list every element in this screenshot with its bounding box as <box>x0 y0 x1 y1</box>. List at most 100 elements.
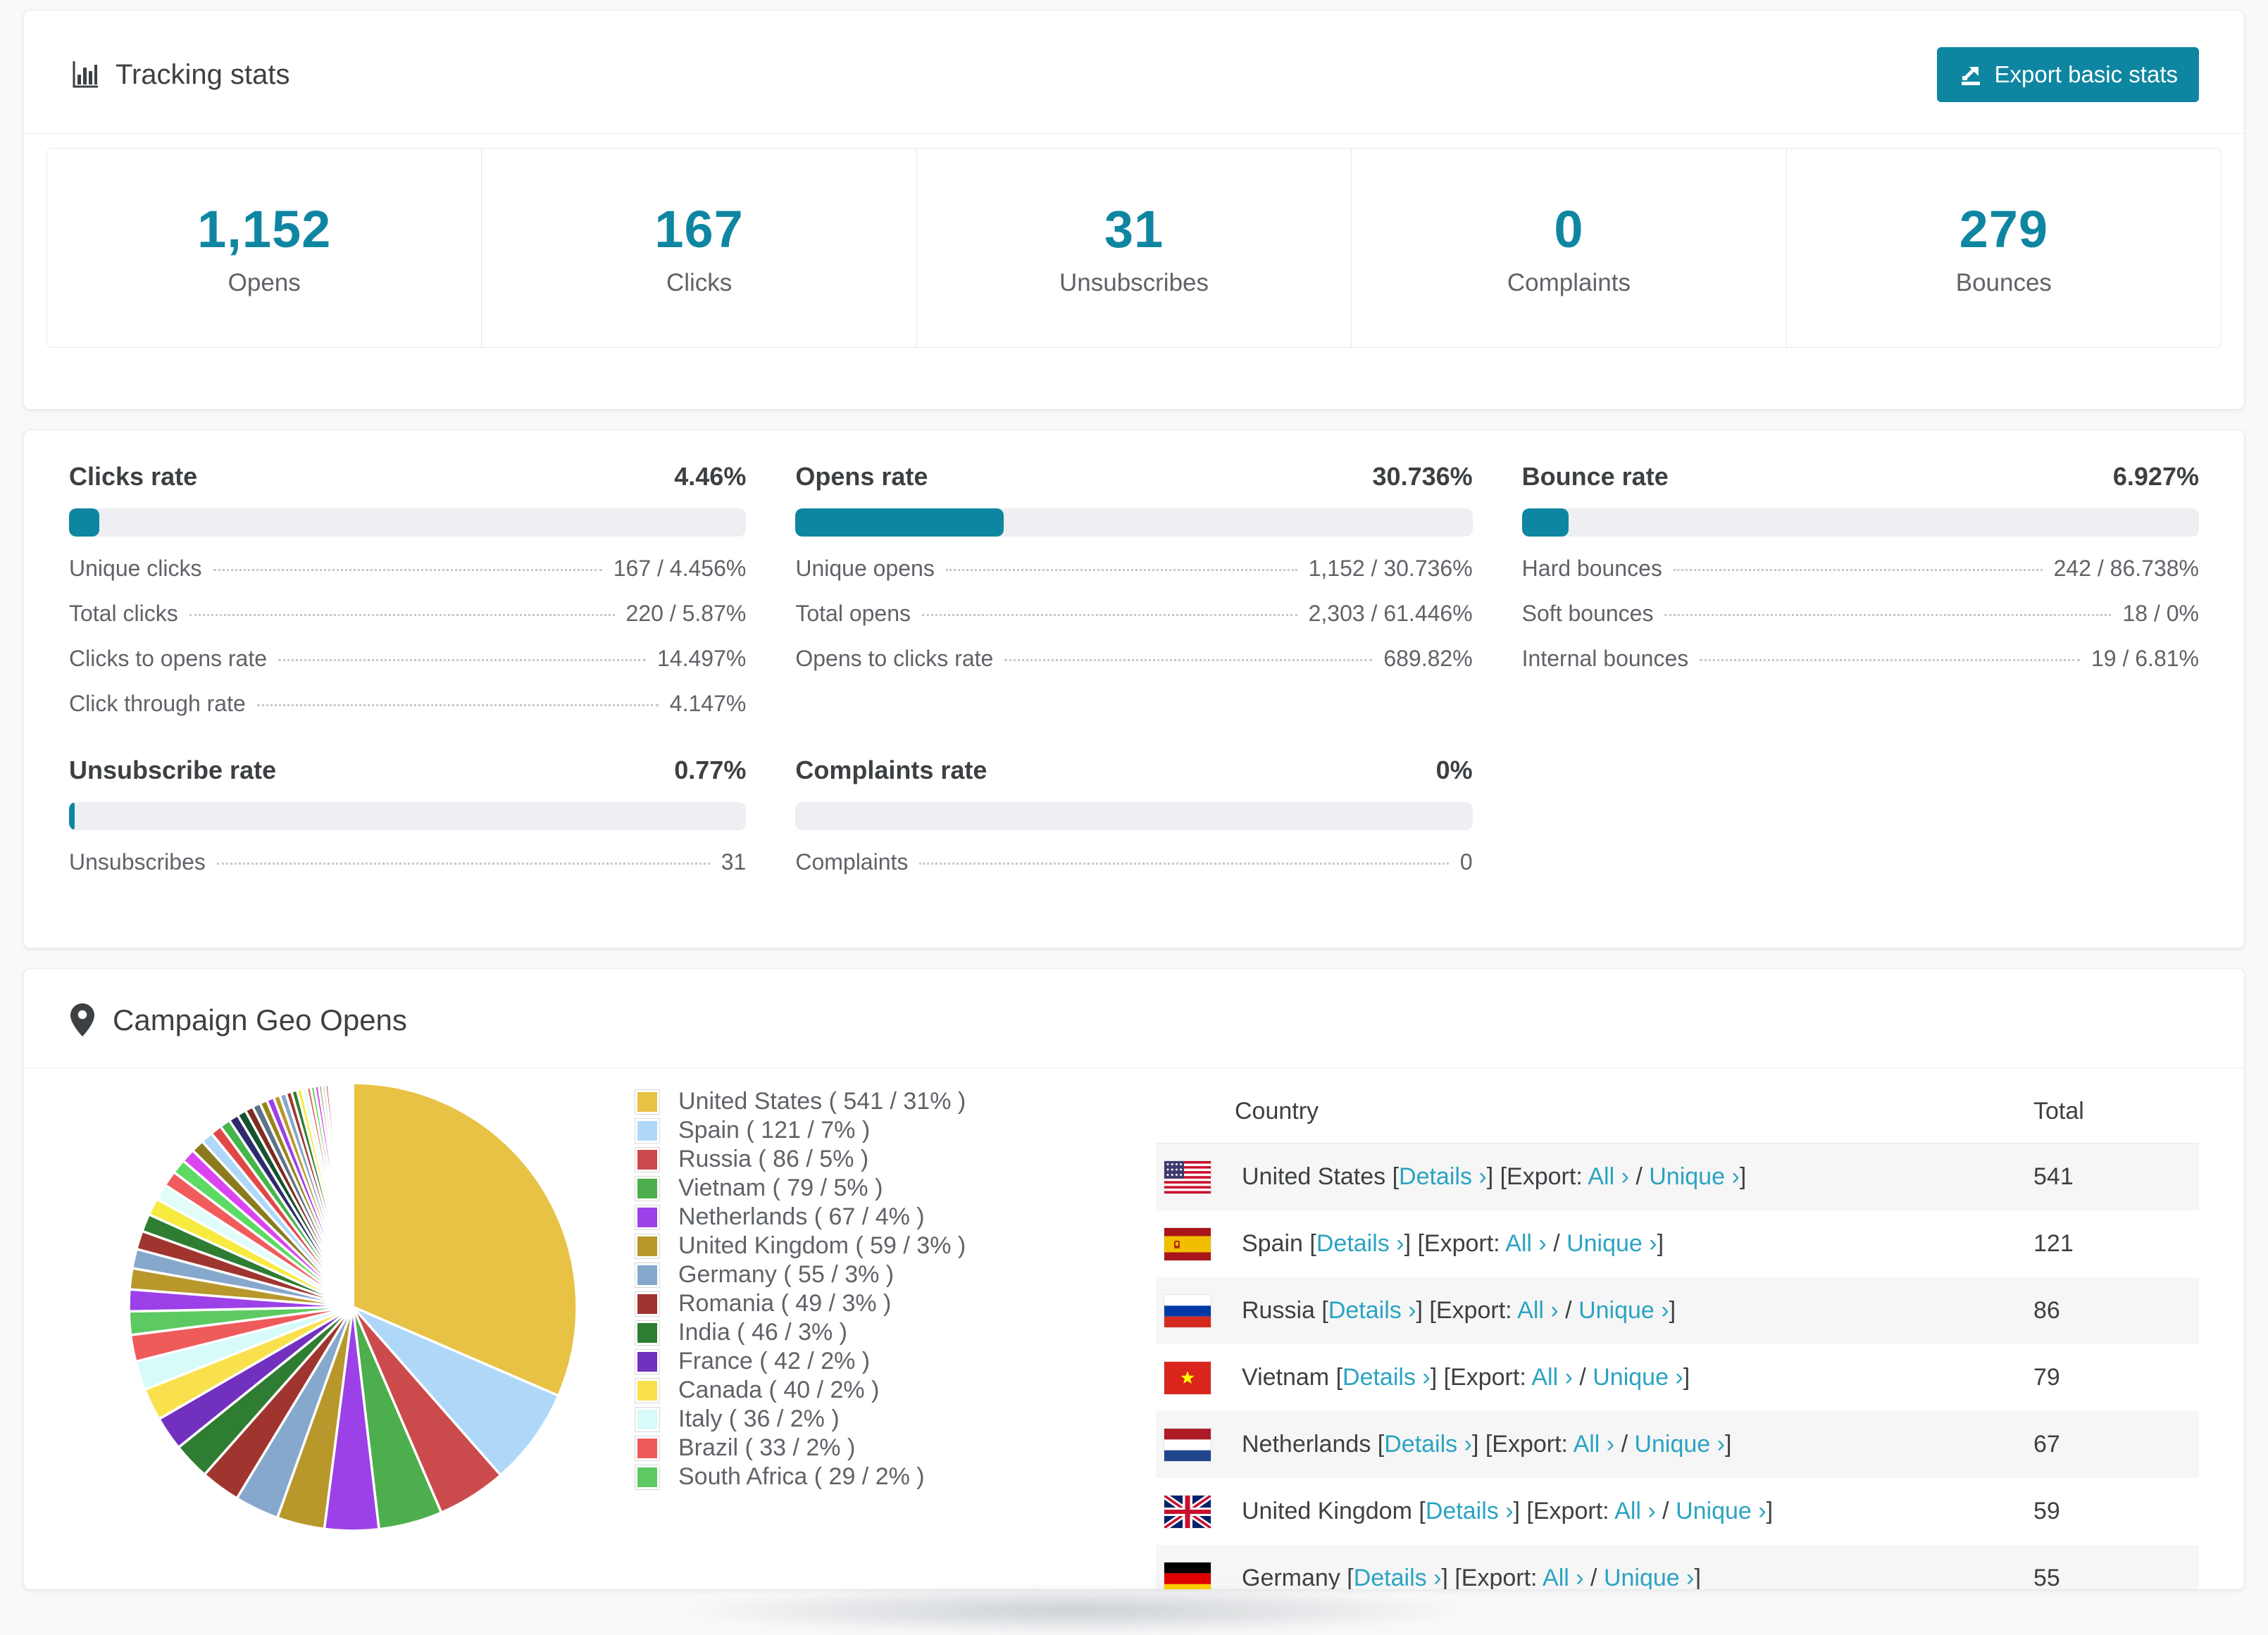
total-cell: 55 <box>2033 1565 2060 1590</box>
bracket: ] [Export: <box>1404 1230 1506 1257</box>
table-row-vn: Vietnam [Details ›] [Export: All › / Uni… <box>1156 1344 2199 1411</box>
export-all-link[interactable]: All › <box>1588 1163 1629 1190</box>
export-all-link[interactable]: All › <box>1574 1431 1615 1458</box>
stat-cell-bounces: 279 Bounces <box>1787 149 2221 347</box>
legend-swatch <box>635 1175 660 1201</box>
rate-progress-fill <box>795 508 1004 537</box>
slash: / <box>1655 1498 1676 1524</box>
rate-detail-value: 0 <box>1459 849 1473 875</box>
bracket: ] <box>1683 1364 1690 1391</box>
export-unique-link[interactable]: Unique › <box>1634 1431 1725 1458</box>
rate-detail-row: Complaints 0 <box>795 849 1472 875</box>
legend-item: India ( 46 / 3% ) <box>635 1318 966 1347</box>
rate-detail-row: Total clicks 220 / 5.87% <box>69 601 746 627</box>
export-unique-link[interactable]: Unique › <box>1566 1230 1657 1257</box>
rate-percent: 30.736% <box>1372 462 1473 491</box>
es-flag-icon <box>1164 1227 1211 1260</box>
rate-percent: 6.927% <box>2112 462 2199 491</box>
legend-swatch <box>635 1117 660 1144</box>
details-link[interactable]: Details › <box>1384 1431 1472 1458</box>
export-unique-link[interactable]: Unique › <box>1604 1565 1695 1589</box>
legend-swatch <box>635 1377 660 1403</box>
rate-detail-label: Opens to clicks rate <box>795 646 994 671</box>
country-name: United Kingdom <box>1242 1498 1419 1524</box>
stat-label: Unsubscribes <box>1059 268 1209 296</box>
table-row-us: United States [Details ›] [Export: All ›… <box>1156 1144 2199 1210</box>
legend-swatch <box>635 1262 660 1288</box>
country-name: Russia <box>1242 1297 1322 1324</box>
export-all-link[interactable]: All › <box>1531 1364 1573 1391</box>
details-link[interactable]: Details › <box>1399 1163 1487 1190</box>
legend-label: Brazil ( 33 / 2% ) <box>678 1434 856 1461</box>
details-link[interactable]: Details › <box>1328 1297 1416 1324</box>
bracket: ] <box>1766 1498 1774 1524</box>
legend-label: India ( 46 / 3% ) <box>678 1319 848 1346</box>
export-unique-link[interactable]: Unique › <box>1578 1297 1669 1324</box>
rate-progress-bar <box>795 802 1473 830</box>
total-cell: 59 <box>2033 1498 2060 1524</box>
export-all-link[interactable]: All › <box>1505 1230 1547 1257</box>
legend-label: Italy ( 36 / 2% ) <box>678 1405 840 1432</box>
slash: / <box>1572 1364 1593 1391</box>
rate-detail-value: 242 / 86.738% <box>2053 556 2199 581</box>
rate-detail-value: 14.497% <box>657 646 747 671</box>
rate-detail-label: Internal bounces <box>1521 646 1689 671</box>
legend-item: United Kingdom ( 59 / 3% ) <box>635 1232 966 1260</box>
legend-item: South Africa ( 29 / 2% ) <box>635 1462 966 1491</box>
rate-detail-label: Click through rate <box>69 691 246 716</box>
legend-swatch <box>635 1320 660 1346</box>
rate-detail-value: 167 / 4.456% <box>613 556 747 581</box>
total-cell: 541 <box>2033 1163 2074 1190</box>
details-link[interactable]: Details › <box>1354 1565 1442 1589</box>
country-name: Vietnam <box>1242 1364 1336 1391</box>
rate-detail-value: 19 / 6.81% <box>2091 646 2199 671</box>
country-cell-text: Vietnam [Details ›] [Export: All › / Uni… <box>1242 1364 1690 1391</box>
bracket: [ <box>1321 1297 1328 1324</box>
stat-value: 31 <box>1104 199 1164 258</box>
details-link[interactable]: Details › <box>1316 1230 1404 1257</box>
country-cell-text: United Kingdom [Details ›] [Export: All … <box>1242 1498 1773 1525</box>
bracket: ] [Export: <box>1430 1364 1532 1391</box>
rate-detail-label: Complaints <box>795 849 909 875</box>
details-link[interactable]: Details › <box>1426 1498 1514 1524</box>
export-unique-link[interactable]: Unique › <box>1593 1364 1683 1391</box>
rate-progress-fill <box>1521 508 1569 537</box>
table-row-ru: Russia [Details ›] [Export: All › / Uniq… <box>1156 1277 2199 1344</box>
country-cell-text: Spain [Details ›] [Export: All › / Uniqu… <box>1242 1230 1664 1258</box>
vn-flag-icon <box>1164 1361 1211 1394</box>
bracket: [ <box>1309 1230 1316 1257</box>
dotted-leader <box>213 569 602 571</box>
legend-item: Italy ( 36 / 2% ) <box>635 1405 966 1434</box>
legend-swatch <box>635 1435 660 1461</box>
slash: / <box>1628 1163 1650 1190</box>
ru-flag-icon <box>1164 1294 1211 1327</box>
geo-table-header: Country Total <box>1156 1079 2199 1144</box>
bar-chart-icon <box>73 61 98 88</box>
dotted-leader <box>945 569 1297 571</box>
nl-flag-icon <box>1164 1428 1211 1461</box>
export-basic-stats-button[interactable]: Export basic stats <box>1936 47 2199 102</box>
bracket: ] [Export: <box>1486 1163 1588 1190</box>
legend-swatch <box>635 1146 660 1172</box>
export-all-link[interactable]: All › <box>1543 1565 1584 1589</box>
rate-detail-label: Unsubscribes <box>69 849 206 875</box>
country-cell: United States [Details ›] [Export: All ›… <box>1156 1160 2033 1194</box>
legend-swatch <box>635 1406 660 1432</box>
rate-detail-label: Hard bounces <box>1521 556 1662 581</box>
dotted-leader <box>919 863 1449 865</box>
details-link[interactable]: Details › <box>1342 1364 1431 1391</box>
country-cell-text: Netherlands [Details ›] [Export: All › /… <box>1242 1431 1731 1458</box>
country-cell: Germany [Details ›] [Export: All › / Uni… <box>1156 1562 2033 1589</box>
dotted-leader <box>189 614 615 616</box>
export-all-link[interactable]: All › <box>1614 1498 1656 1524</box>
gb-flag-icon <box>1164 1495 1211 1528</box>
tracking-stats-title: Tracking stats <box>69 59 289 91</box>
export-all-link[interactable]: All › <box>1517 1297 1559 1324</box>
dotted-leader <box>1004 659 1373 661</box>
export-unique-link[interactable]: Unique › <box>1676 1498 1767 1524</box>
table-row-de: Germany [Details ›] [Export: All › / Uni… <box>1156 1545 2199 1590</box>
country-column-header: Country <box>1235 1097 1319 1125</box>
legend-item: Russia ( 86 / 5% ) <box>635 1145 966 1174</box>
export-unique-link[interactable]: Unique › <box>1649 1163 1740 1190</box>
geo-section-title: Campaign Geo Opens <box>113 1003 407 1036</box>
